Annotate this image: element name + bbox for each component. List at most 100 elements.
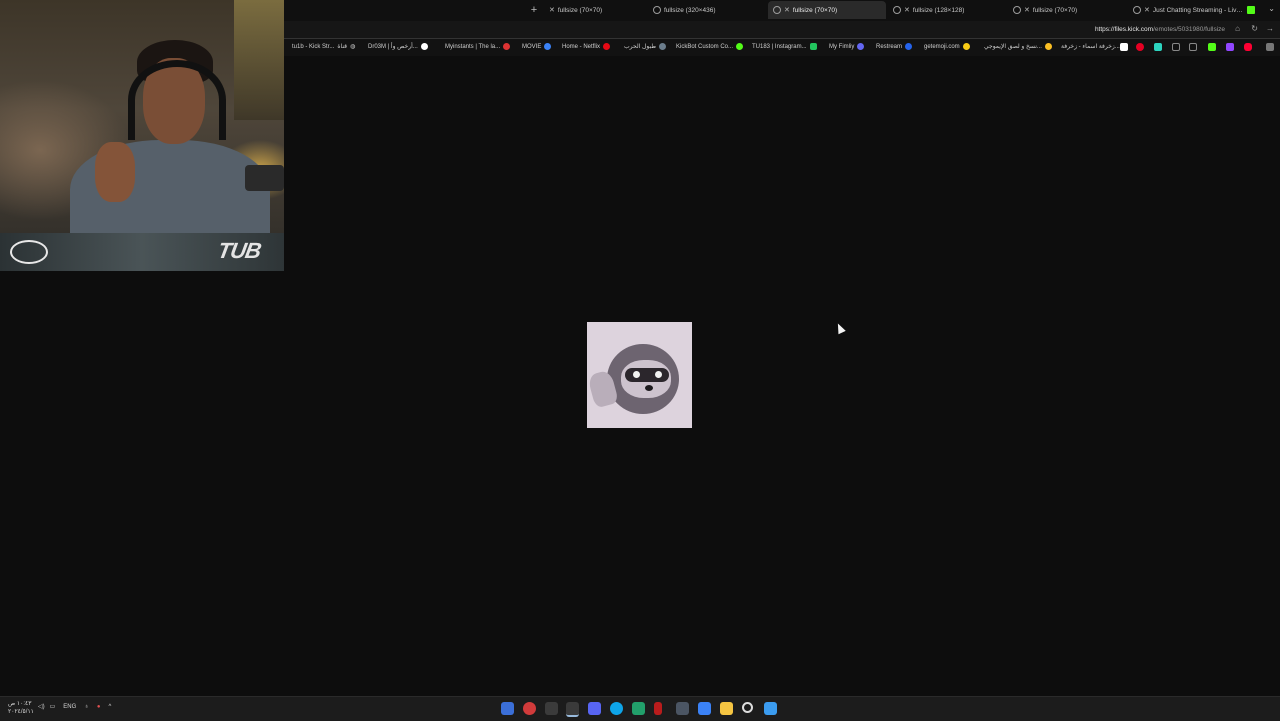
tab-1[interactable]: ✕ fullsize (70×70): [544, 1, 656, 19]
bookmarks-menu-icon[interactable]: [1266, 43, 1274, 51]
kick-icon: [1247, 6, 1255, 14]
close-icon[interactable]: ✕: [904, 6, 910, 14]
reload-icon[interactable]: ↻: [1251, 24, 1258, 33]
bookmark-item[interactable]: TU183 | Instagram...: [752, 43, 817, 50]
bookmark-item[interactable]: MOVIE: [522, 43, 552, 50]
new-tab-button[interactable]: +: [527, 4, 541, 17]
tab-title: Just Chatting Streaming - Live Stre: [1152, 6, 1244, 14]
globe-icon: [893, 6, 901, 14]
bookmark-item[interactable]: زخرفة اسماء - زخرفة...: [1061, 43, 1120, 50]
tab-title: fullsize (70×70): [557, 6, 603, 14]
bookmark-item[interactable]: getemoji.com: [924, 43, 970, 50]
emoji-icon: [1044, 43, 1052, 50]
tab-title: fullsize (320×436): [664, 6, 716, 14]
twitch-icon[interactable]: [1226, 43, 1234, 51]
close-icon[interactable]: ✕: [784, 6, 790, 14]
app-icon[interactable]: [698, 702, 711, 715]
bookmark-item[interactable]: Myinstants | The la...: [445, 43, 511, 50]
bookmark-label: قناة: [337, 44, 348, 50]
app-icon[interactable]: [501, 702, 514, 715]
raccoon-mask: [625, 368, 669, 382]
webcam-overlay: TUB: [0, 0, 284, 271]
bookmark-favicon-icon: [420, 43, 428, 50]
bookmark-item[interactable]: tu1b - Kick Str... قناة ◍: [292, 43, 356, 51]
bookmark-favicon-icon: [857, 43, 865, 50]
lock-icon[interactable]: ⌂: [1235, 24, 1240, 33]
bookmark-favicon-icon: [503, 43, 511, 50]
windows-start-icon[interactable]: [764, 702, 777, 715]
bookmark-item[interactable]: My Fimliy: [829, 43, 865, 50]
bookmark-label: TU183 | Instagram...: [752, 43, 807, 50]
volume-icon[interactable]: ◁): [38, 703, 45, 710]
tab-3-active[interactable]: ✕ fullsize (70×70): [768, 1, 886, 19]
calendar-icon[interactable]: [676, 702, 689, 715]
bookmark-label: My Fimliy: [829, 43, 855, 50]
pinterest-icon[interactable]: [1136, 43, 1144, 51]
search-icon[interactable]: [742, 702, 753, 713]
file-explorer-icon[interactable]: [720, 702, 733, 715]
restream-icon: [905, 43, 913, 50]
forward-icon[interactable]: →: [1266, 24, 1274, 33]
steam-icon[interactable]: [566, 702, 579, 717]
tab-6[interactable]: ✕ Just Chatting Streaming - Live Stre: [1128, 1, 1260, 19]
youtube-icon[interactable]: [1244, 43, 1252, 51]
app-icon[interactable]: [545, 702, 558, 715]
bookmark-favicon-icon: [544, 43, 552, 50]
url-field[interactable]: https://files.kick.com/emotes/5031980/fu…: [1095, 26, 1225, 33]
channel-logo-icon: [10, 240, 48, 264]
bookmark-item[interactable]: KickBot Custom Co...: [676, 43, 744, 50]
kick-icon[interactable]: [1208, 43, 1216, 51]
app-icon[interactable]: [654, 702, 662, 715]
tab-title: fullsize (70×70): [792, 6, 838, 14]
globe-icon: [773, 6, 781, 14]
raccoon-nose: [645, 385, 653, 391]
tab-4[interactable]: ✕ fullsize (128×128): [888, 1, 1006, 19]
tab-2[interactable]: fullsize (320×436): [648, 1, 766, 19]
x-icon[interactable]: [1189, 43, 1197, 51]
bookmark-label: tu1b - Kick Str...: [292, 43, 335, 50]
bookmark-label: MOVIE: [522, 43, 542, 50]
kick-icon: [736, 43, 744, 50]
address-bar-row: https://files.kick.com/emotes/5031980/fu…: [284, 21, 1280, 39]
headset-icon: [128, 60, 226, 140]
bookmark-label: KickBot Custom Co...: [676, 43, 734, 50]
bookmark-item[interactable]: Dr03M | أرخص وأ...: [368, 43, 428, 50]
tab-list-chevron-icon[interactable]: ⌄: [1268, 4, 1275, 13]
bookmarks-bar: tu1b - Kick Str... قناة ◍ Dr03M | أرخص و…: [284, 39, 1280, 56]
app-icon[interactable]: [632, 702, 645, 715]
raccoon-eye: [633, 371, 640, 378]
tab-5[interactable]: ✕ fullsize (70×70): [1008, 1, 1126, 19]
clock-date: ٢٠٢٤/٥/١١: [8, 709, 34, 715]
globe-icon: [1013, 6, 1021, 14]
taskbar: ١٠:٤٣ ص ٢٠٢٤/٥/١١ ◁) ▭ ENG ♁ ● ^: [0, 696, 1280, 721]
microphone-icon[interactable]: ♁: [84, 704, 89, 710]
system-tray: ◁) ▭ ENG ♁ ● ^: [38, 703, 111, 711]
edge-icon[interactable]: [610, 702, 623, 715]
bookmark-item[interactable]: Home - Netflix: [562, 43, 611, 50]
bookmark-favicon-icon: [659, 43, 667, 50]
chrome-icon[interactable]: [523, 702, 536, 715]
recording-icon[interactable]: ●: [97, 704, 101, 710]
bookmark-favicon-icon[interactable]: [1154, 43, 1162, 51]
bookmark-label: getemoji.com: [924, 43, 960, 50]
bookmark-favicon-icon[interactable]: [1120, 43, 1128, 51]
discord-icon[interactable]: [588, 702, 601, 715]
emoji-icon: [962, 43, 970, 50]
language-indicator[interactable]: ENG: [63, 704, 76, 710]
bookmark-item[interactable]: Restream: [876, 43, 913, 50]
bookmark-item[interactable]: نسخ و لصق الإيموجي...: [984, 43, 1052, 50]
globe-icon: ◍: [350, 44, 356, 50]
background-lamp: [234, 0, 284, 120]
bookmark-item[interactable]: طبول الحرب: [624, 43, 667, 50]
bookmark-label: Dr03M | أرخص وأ...: [368, 44, 418, 50]
system-clock[interactable]: ١٠:٤٣ ص ٢٠٢٤/٥/١١: [8, 700, 34, 716]
close-icon[interactable]: ✕: [1144, 6, 1150, 14]
tiktok-icon[interactable]: [1172, 43, 1180, 51]
close-icon[interactable]: ✕: [1024, 6, 1030, 14]
network-icon[interactable]: ▭: [50, 703, 56, 710]
mouse-cursor-icon: [834, 321, 846, 335]
tray-overflow-chevron-icon[interactable]: ^: [108, 704, 111, 710]
bookmark-label: Restream: [876, 43, 903, 50]
clock-time: ١٠:٤٣ ص: [8, 701, 32, 707]
close-icon[interactable]: ✕: [549, 6, 555, 14]
